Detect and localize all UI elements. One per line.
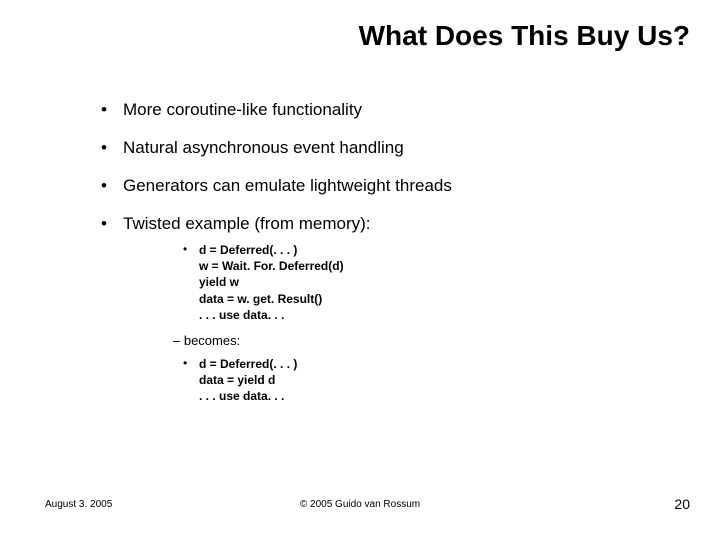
becomes-label: becomes:: [173, 333, 680, 348]
bullet-item: More coroutine-like functionality: [95, 100, 680, 120]
code-block: d = Deferred(. . . ) data = yield d . . …: [183, 356, 680, 405]
slide-title: What Does This Buy Us?: [359, 20, 690, 52]
slide-body: More coroutine-like functionality Natura…: [95, 100, 680, 423]
bullet-item: Natural asynchronous event handling: [95, 138, 680, 158]
footer-page-number: 20: [674, 496, 690, 512]
bullet-text: Twisted example (from memory):: [123, 214, 371, 233]
bullet-item: Generators can emulate lightweight threa…: [95, 176, 680, 196]
bullet-item: Twisted example (from memory): d = Defer…: [95, 214, 680, 405]
bullet-list: More coroutine-like functionality Natura…: [95, 100, 680, 405]
code-text: d = Deferred(. . . ) data = yield d . . …: [199, 357, 297, 403]
code-block: d = Deferred(. . . ) w = Wait. For. Defe…: [183, 242, 680, 323]
sub-list: d = Deferred(. . . ) data = yield d . . …: [183, 356, 680, 405]
sub-list: d = Deferred(. . . ) w = Wait. For. Defe…: [183, 242, 680, 323]
code-text: d = Deferred(. . . ) w = Wait. For. Defe…: [199, 243, 344, 322]
footer-copyright: © 2005 Guido van Rossum: [0, 499, 720, 510]
